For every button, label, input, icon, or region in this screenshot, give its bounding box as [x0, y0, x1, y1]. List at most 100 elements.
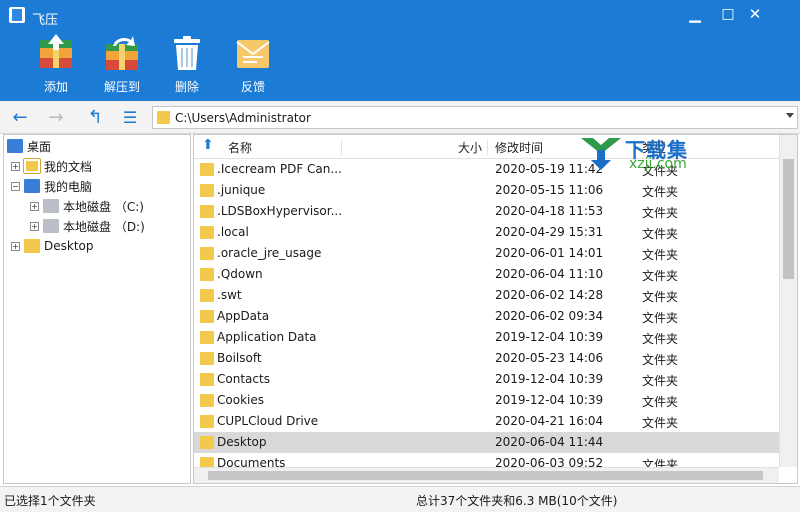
folder-icon: [200, 352, 214, 365]
chevron-down-icon[interactable]: [786, 113, 794, 118]
tree-item-my-computer[interactable]: − 我的电脑: [11, 177, 92, 195]
column-header-name[interactable]: 名称: [228, 139, 252, 156]
item-modified: 2020-04-29 15:31: [495, 225, 604, 239]
folder-tree: 桌面 + 我的文档 − 我的电脑 + 本地磁盘 （C:) + 本地磁盘 （D:)…: [3, 134, 191, 484]
list-item[interactable]: .oracle_jre_usage 2020-06-01 14:01 文件夹: [194, 243, 779, 264]
tree-item-desktop-folder[interactable]: + Desktop: [11, 237, 94, 255]
item-type: 文件夹: [642, 374, 679, 388]
address-bar[interactable]: C:\Users\Administrator: [152, 106, 798, 129]
list-item-selected[interactable]: Desktop 2020-06-04 11:44: [194, 432, 779, 453]
trash-icon: [168, 34, 206, 72]
list-item[interactable]: .junique 2020-05-15 11:06 文件夹: [194, 180, 779, 201]
list-item[interactable]: CUPLCloud Drive 2020-04-21 16:04 文件夹: [194, 411, 779, 432]
minimize-button[interactable]: ▁: [684, 4, 706, 24]
item-modified: 2020-05-23 14:06: [495, 351, 604, 365]
column-header-size[interactable]: 大小: [458, 139, 482, 156]
item-modified: 2019-12-04 10:39: [495, 393, 604, 407]
list-item[interactable]: .local 2020-04-29 15:31 文件夹: [194, 222, 779, 243]
app-logo-icon: [9, 7, 25, 23]
horizontal-scrollbar[interactable]: [194, 467, 779, 483]
item-type: 文件夹: [642, 227, 679, 241]
list-item[interactable]: .Qdown 2020-06-04 11:10 文件夹: [194, 264, 779, 285]
item-type: 文件夹: [642, 395, 679, 409]
tree-item-desktop-root[interactable]: 桌面: [7, 137, 51, 155]
tree-item-label: Desktop: [44, 239, 94, 253]
list-item[interactable]: AppData 2020-06-02 09:34 文件夹: [194, 306, 779, 327]
navigation-bar: ← → ↰ ☰ C:\Users\Administrator: [0, 101, 800, 134]
item-type: 文件夹: [642, 269, 679, 283]
file-list: ⬆ 名称 大小 修改时间 类型 .Icecream PDF Can... 2020…: [193, 134, 798, 484]
folder-icon: [200, 163, 214, 176]
tree-item-drive-d[interactable]: + 本地磁盘 （D:): [30, 217, 145, 235]
folder-icon: [200, 289, 214, 302]
extract-to-button[interactable]: 解压到: [93, 34, 151, 96]
download-arrow-icon: [581, 138, 621, 170]
status-bar: 已选择1个文件夹 总计37个文件夹和6.3 MB(10个文件): [0, 486, 800, 512]
scrollbar-thumb[interactable]: [208, 471, 763, 480]
up-arrow-icon[interactable]: ⬆: [202, 137, 214, 153]
item-name: Application Data: [217, 330, 317, 344]
forward-arrow-icon[interactable]: →: [45, 107, 67, 129]
delete-button[interactable]: 删除: [158, 34, 216, 96]
maximize-button[interactable]: □: [717, 4, 739, 24]
column-divider[interactable]: [487, 139, 488, 155]
list-item[interactable]: Boilsoft 2020-05-23 14:06 文件夹: [194, 348, 779, 369]
list-rows: .Icecream PDF Can... 2020-05-19 11:42 文件夹 …: [194, 159, 779, 471]
collapse-icon[interactable]: −: [11, 181, 20, 191]
list-item[interactable]: Cookies 2019-12-04 10:39 文件夹: [194, 390, 779, 411]
back-arrow-icon[interactable]: ←: [9, 107, 31, 129]
folder-icon: [200, 394, 214, 407]
list-item[interactable]: .LDSBoxHypervisor... 2020-04-18 11:53 文件夹: [194, 201, 779, 222]
list-item[interactable]: .swt 2020-06-02 14:28 文件夹: [194, 285, 779, 306]
monitor-icon: [7, 139, 23, 153]
item-modified: 2020-06-02 14:28: [495, 288, 604, 302]
up-folder-icon[interactable]: ↰: [84, 107, 106, 129]
tree-item-drive-c[interactable]: + 本地磁盘 （C:): [30, 197, 144, 215]
tree-item-label: 本地磁盘 （D:): [63, 219, 145, 234]
list-item[interactable]: Contacts 2019-12-04 10:39 文件夹: [194, 369, 779, 390]
folder-icon: [200, 247, 214, 260]
tree-item-my-documents[interactable]: + 我的文档: [11, 157, 92, 175]
item-type: 文件夹: [642, 206, 679, 220]
item-name: Cookies: [217, 393, 264, 407]
drive-icon: [43, 219, 59, 233]
item-type: 文件夹: [642, 311, 679, 325]
folder-icon: [200, 226, 214, 239]
column-divider[interactable]: [341, 139, 342, 155]
folder-icon: [24, 239, 40, 253]
tree-item-label: 本地磁盘 （C:): [63, 199, 144, 214]
archive-add-icon: [37, 34, 75, 72]
list-item[interactable]: Application Data 2019-12-04 10:39 文件夹: [194, 327, 779, 348]
add-button[interactable]: 添加: [27, 34, 85, 96]
address-path: C:\Users\Administrator: [175, 111, 311, 125]
system-drive-icon: [43, 199, 59, 213]
close-button[interactable]: ✕: [744, 4, 766, 24]
item-name: .Icecream PDF Can...: [217, 162, 341, 176]
view-list-icon[interactable]: ☰: [119, 107, 141, 129]
folder-icon: [200, 184, 214, 197]
watermark-domain: xzji.com: [629, 156, 687, 172]
scrollbar-thumb[interactable]: [783, 159, 794, 279]
item-name: .Qdown: [217, 267, 263, 281]
feedback-label: 反馈: [240, 80, 265, 94]
column-header-modified[interactable]: 修改时间: [495, 139, 543, 156]
watermark-logo: 下载集 xzji.com: [581, 134, 737, 174]
contacts-folder-icon: [200, 373, 214, 386]
expand-icon[interactable]: +: [30, 221, 39, 231]
folder-icon: [200, 205, 214, 218]
folder-icon: [200, 331, 214, 344]
folder-icon: [157, 111, 170, 124]
expand-icon[interactable]: +: [11, 241, 20, 251]
expand-icon[interactable]: +: [11, 161, 20, 171]
vertical-scrollbar[interactable]: [779, 135, 797, 467]
item-name: Contacts: [217, 372, 270, 386]
feedback-button[interactable]: 反馈: [224, 34, 282, 96]
item-type: 文件夹: [642, 332, 679, 346]
envelope-icon: [234, 34, 272, 72]
desktop-folder-icon: [200, 436, 214, 449]
item-name: AppData: [217, 309, 270, 323]
item-name: .junique: [217, 183, 266, 197]
item-name: .oracle_jre_usage: [217, 246, 322, 260]
status-summary: 总计37个文件夹和6.3 MB(10个文件): [416, 494, 618, 508]
expand-icon[interactable]: +: [30, 201, 39, 211]
